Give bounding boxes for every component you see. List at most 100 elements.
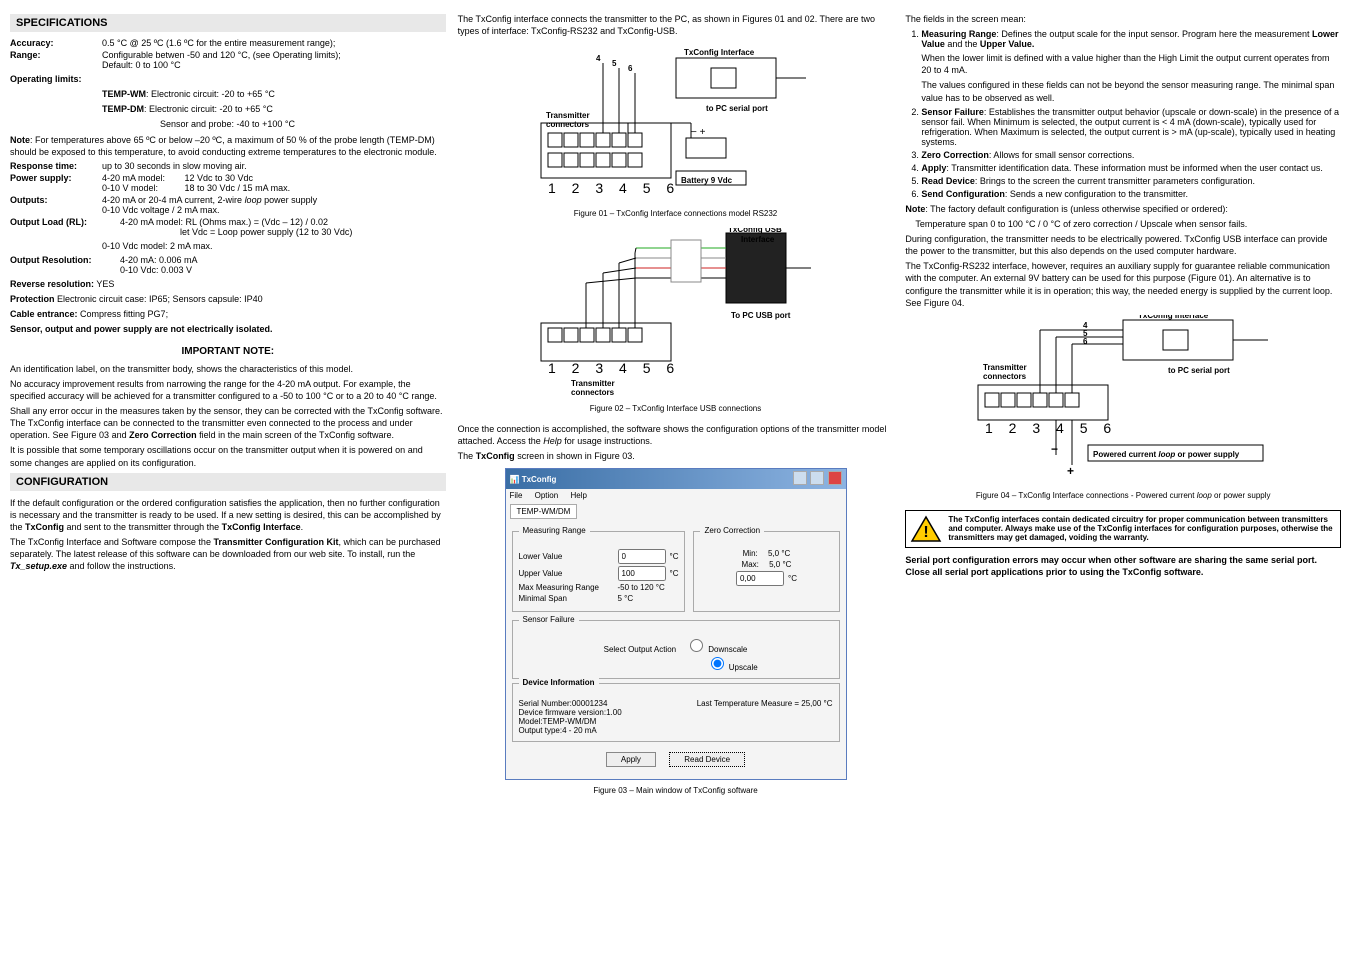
figure-04-svg: TxConfig Interface to PC serial port Tra… <box>973 315 1273 485</box>
field-6: Send Configuration: Sends a new configur… <box>921 189 1341 199</box>
res-l1: 4-20 mA: 0.006 mA <box>120 255 198 265</box>
warning-box: ! The TxConfig interfaces contain dedica… <box>905 510 1341 548</box>
load-l2: let Vdc = Loop power supply (12 to 30 Vd… <box>180 227 352 237</box>
warning-text: The TxConfig interfaces contain dedicate… <box>948 515 1336 542</box>
res-l2: 0-10 Vdc: 0.003 V <box>120 265 192 275</box>
svg-text:!: ! <box>924 524 929 541</box>
lower-input[interactable] <box>618 549 666 564</box>
outputs-l2: 0-10 Vdc voltage / 2 mA max. <box>102 205 220 215</box>
col2-once: Once the connection is accomplished, the… <box>458 423 894 447</box>
fig01-txconfig: TxConfig Interface <box>684 48 755 57</box>
fig04-caption: Figure 04 – TxConfig Interface connectio… <box>905 491 1341 502</box>
maxr-val: -50 to 120 °C <box>618 583 665 592</box>
svg-text:Transmitter: Transmitter <box>571 379 615 388</box>
read-device-button[interactable]: Read Device <box>669 752 745 767</box>
spec-isolated: Sensor, output and power supply are not … <box>10 323 446 335</box>
txconfig-buttons: Apply Read Device <box>512 746 840 773</box>
svg-text:connectors: connectors <box>546 120 590 129</box>
f6-b: Send Configuration <box>921 189 1005 199</box>
dev-serial: Serial Number:00001234 <box>519 699 622 708</box>
outputs-l1: 4-20 mA or 20-4 mA current, 2-wire loop … <box>102 195 317 205</box>
svg-text:4: 4 <box>596 54 601 63</box>
warning-icon: ! <box>910 515 942 543</box>
apply-button[interactable]: Apply <box>606 752 656 767</box>
txconfig-title-text: 📊 TxConfig <box>510 475 557 484</box>
load-l3: 0-10 Vdc model: 2 mA max. <box>102 240 446 252</box>
svg-text:Interface: Interface <box>741 235 775 244</box>
outputs-value: 4-20 mA or 20-4 mA current, 2-wire loop … <box>102 195 446 215</box>
column-1: SPECIFICATIONS Accuracy: 0.5 °C @ 25 ºC … <box>10 10 446 805</box>
f2-t: : Establishes the transmitter output beh… <box>921 107 1339 147</box>
cfg-p1: If the default configuration or the orde… <box>10 497 446 533</box>
field-list: Measuring Range: Defines the output scal… <box>905 29 1341 199</box>
svg-text:− +: − + <box>691 127 706 138</box>
row-lower: Lower Value °C <box>519 549 679 564</box>
txconfig-window: 📊 TxConfig File Option Help TEMP-WM/DM M… <box>505 468 847 780</box>
oplimits-l1: TEMP-WM: TEMP-WM: Electronic circuit: -2… <box>102 88 446 100</box>
radio-upscale[interactable] <box>711 657 724 670</box>
rs232-note: The TxConfig-RS232 interface, however, r… <box>905 260 1341 309</box>
spec-revres: Reverse resolution: YES <box>10 278 446 290</box>
menu-file[interactable]: File <box>510 491 523 500</box>
opt-upscale: Upscale <box>729 663 758 672</box>
spec-protection: Protection Electronic circuit case: IP65… <box>10 293 446 305</box>
field-3: Zero Correction: Allows for small sensor… <box>921 150 1341 160</box>
svg-text:connectors: connectors <box>571 388 615 397</box>
lower-unit: °C <box>670 552 679 561</box>
fig01-battery: Battery 9 Vdc <box>681 176 733 185</box>
tab-tempwmdm[interactable]: TEMP-WM/DM <box>510 504 578 519</box>
zero-min-val: 5,0 °C <box>768 549 790 558</box>
upper-input[interactable] <box>618 566 666 581</box>
accuracy-label: Accuracy: <box>10 38 102 48</box>
col2-txscreen: The TxConfig screen in shown in Figure 0… <box>458 450 894 462</box>
zero-max-val: 5,0 °C <box>769 560 791 569</box>
range-value: Configurable betwen -50 and 120 °C, (see… <box>102 50 446 70</box>
column-2: The TxConfig interface connects the tran… <box>458 10 894 805</box>
spec-resolution: Output Resolution: 4-20 mA: 0.006 mA 0-1… <box>10 255 446 275</box>
zero-input[interactable] <box>736 571 784 586</box>
spec-power: Power supply: 4-20 mA model: 12 Vdc to 3… <box>10 173 446 193</box>
svg-text:to PC serial port: to PC serial port <box>1168 366 1230 375</box>
zero-max-label: Max: <box>742 560 759 569</box>
fig03-caption: Figure 03 – Main window of TxConfig soft… <box>458 786 894 797</box>
minimize-icon[interactable] <box>793 471 807 485</box>
group-device-info: Device Information Serial Number:0000123… <box>512 683 840 742</box>
oplimits-l3: Sensor and probe: -40 to +100 °C <box>160 118 446 130</box>
revres-val: YES <box>96 279 114 289</box>
f3-b: Zero Correction <box>921 150 989 160</box>
range-default: Default: 0 to 100 °C <box>102 60 181 70</box>
warn-text: The TxConfig interfaces contain dedicate… <box>948 515 1332 542</box>
svg-text:Transmitter: Transmitter <box>983 363 1027 372</box>
svg-text:−: − <box>1051 442 1058 456</box>
fields-intro: The fields in the screen mean: <box>905 13 1341 25</box>
spec-accuracy: Accuracy: 0.5 °C @ 25 ºC (1.6 ºC for the… <box>10 38 446 48</box>
maxr-label: Max Measuring Range <box>519 583 614 592</box>
upper-label: Upper Value <box>519 569 614 578</box>
menu-option[interactable]: Option <box>535 491 559 500</box>
menu-help[interactable]: Help <box>570 491 586 500</box>
mins-label: Minimal Span <box>519 594 614 603</box>
fig01-pcport: to PC serial port <box>706 104 768 113</box>
field-1: Measuring Range: Defines the output scal… <box>921 29 1341 104</box>
fig01-nums: 1 2 3 4 5 6 <box>548 180 680 196</box>
row-zero-max: Max: 5,0 °C <box>700 560 832 569</box>
close-icon[interactable] <box>828 471 842 485</box>
spec-load: Output Load (RL): 4-20 mA model: RL (Ohm… <box>10 217 446 237</box>
note-line: Temperature span 0 to 100 °C / 0 °C of z… <box>915 218 1341 230</box>
col2-intro: The TxConfig interface connects the tran… <box>458 13 894 37</box>
outputs-label: Outputs: <box>10 195 102 215</box>
field-4: Apply: Transmitter identification data. … <box>921 163 1341 173</box>
maximize-icon[interactable] <box>810 471 824 485</box>
soa-label: Select Output Action <box>604 645 677 654</box>
dev-model: Model:TEMP-WM/DM <box>519 717 622 726</box>
txconfig-menubar: File Option Help <box>506 489 846 502</box>
revres-label: Reverse resolution: <box>10 279 94 289</box>
f2-b: Sensor Failure <box>921 107 984 117</box>
power-l2b: 18 to 30 Vdc / 15 mA max. <box>185 183 291 193</box>
specifications-heading: SPECIFICATIONS <box>10 14 446 32</box>
figure-02: TxConfig USB Interface To PC USB port Gr… <box>458 228 894 398</box>
zero-unit: °C <box>788 574 797 583</box>
power-value: 4-20 mA model: 12 Vdc to 30 Vdc 0-10 V m… <box>102 173 446 193</box>
radio-downscale[interactable] <box>690 639 703 652</box>
resp-label: Response time: <box>10 161 102 171</box>
